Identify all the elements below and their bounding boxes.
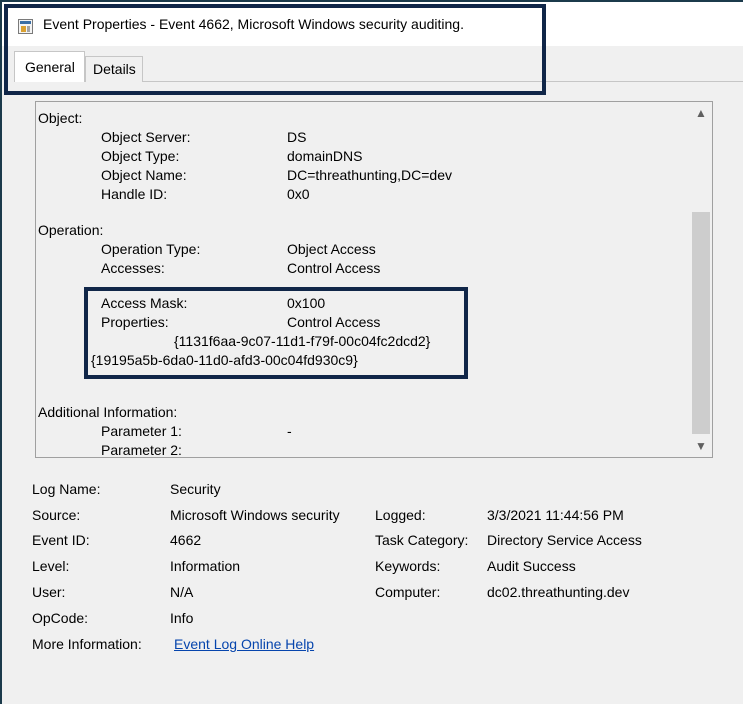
user-label: User: [32,584,66,600]
desc-label: Object Name: [101,167,187,183]
opcode-label: OpCode: [32,610,89,626]
source-label: Source: [32,507,81,523]
tab-general[interactable]: General [14,51,85,82]
chevron-down-icon[interactable]: ▼ [690,435,712,457]
desc-value: 0x100 [287,295,326,311]
desc-label: Operation Type: [101,241,201,257]
log-name-label: Log Name: [32,481,101,497]
event-description-box[interactable]: Object: Object Server: DS Object Type: d… [35,101,713,458]
log-name-value: Security [170,481,221,497]
user-value: N/A [170,584,194,600]
desc-label: Parameter 2: [101,442,182,458]
section-object: Object: [38,110,83,126]
event-properties-window: Event Properties - Event 4662, Microsoft… [0,0,743,704]
desc-label: Parameter 1: [101,423,182,439]
property-guid: {19195a5b-6da0-11d0-afd3-00c04fd930c9} [91,352,358,368]
event-id-value: 4662 [170,532,202,548]
window-border-left [0,0,2,704]
source-value: Microsoft Windows security [170,507,340,523]
desc-label: Object Server: [101,129,191,145]
property-guid: {1131f6aa-9c07-11d1-f79f-00c04fc2dcd2} [174,333,431,349]
scrollbar-thumb[interactable] [692,212,710,434]
desc-value: - [287,423,292,439]
desc-label: Handle ID: [101,186,168,202]
desc-value: DS [287,129,307,145]
event-viewer-icon [18,19,33,34]
logged-value: 3/3/2021 11:44:56 PM [487,507,624,523]
more-information-label: More Information: [32,636,142,652]
title-bar[interactable]: Event Properties - Event 4662, Microsoft… [2,2,743,46]
section-additional-information: Additional Information: [38,404,178,420]
keywords-value: Audit Success [487,558,576,574]
desc-value: Object Access [287,241,376,257]
event-log-online-help-link[interactable]: Event Log Online Help [174,636,314,652]
task-category-label: Task Category: [375,532,469,548]
description-scrollbar[interactable]: ▲ ▼ [690,102,712,457]
task-category-value: Directory Service Access [487,532,642,548]
desc-label: Access Mask: [101,295,188,311]
computer-label: Computer: [375,584,441,600]
level-label: Level: [32,558,70,574]
logged-label: Logged: [375,507,426,523]
desc-value: domainDNS [287,148,363,164]
level-value: Information [170,558,241,574]
desc-label: Properties: [101,314,169,330]
desc-label: Object Type: [101,148,180,164]
desc-value: Control Access [287,314,381,330]
desc-value: Control Access [287,260,381,276]
computer-value: dc02.threathunting.dev [487,584,630,600]
desc-label: Accesses: [101,260,165,276]
keywords-label: Keywords: [375,558,441,574]
event-id-label: Event ID: [32,532,90,548]
opcode-value: Info [170,610,194,626]
desc-value: DC=threathunting,DC=dev [287,167,452,183]
chevron-up-icon[interactable]: ▲ [690,102,712,124]
section-operation: Operation: [38,222,104,238]
window-title: Event Properties - Event 4662, Microsoft… [43,16,464,32]
tab-details[interactable]: Details [85,56,143,82]
desc-value: 0x0 [287,186,310,202]
